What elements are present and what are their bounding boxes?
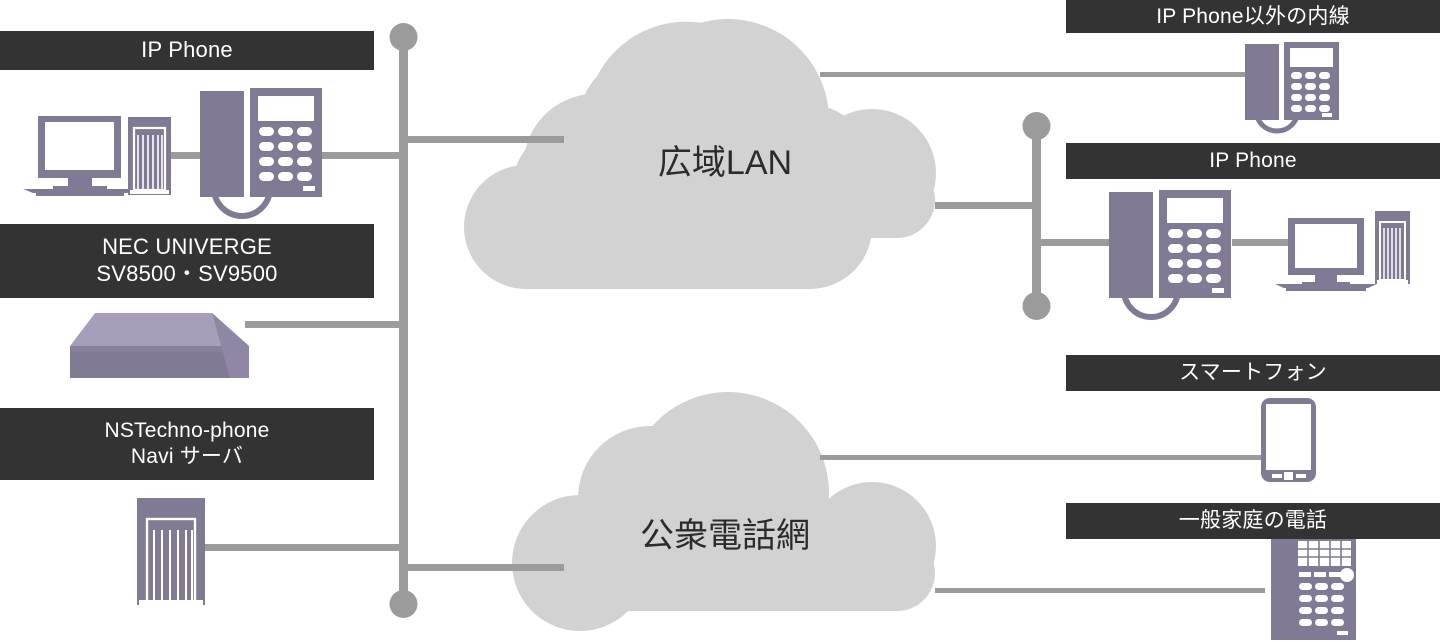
label-navi-server-line-1: NSTechno-phone bbox=[104, 419, 270, 443]
desktop-computer-icon-left bbox=[23, 116, 137, 196]
desk-phone-icon-non-ip bbox=[1245, 42, 1339, 134]
link-wan-to-non-ip-phone bbox=[820, 72, 1260, 77]
link-ipphone-left-to-bus bbox=[318, 152, 404, 159]
link-nec-to-bus bbox=[245, 321, 404, 328]
label-smartphone: スマートフォン bbox=[1066, 355, 1440, 391]
label-non-ip-extension-line-1: IP Phone以外の内線 bbox=[1156, 4, 1350, 28]
label-nec-univerge-line-2: SV8500・SV9500 bbox=[96, 261, 278, 286]
link-bus-to-pstn-cloud bbox=[404, 564, 564, 571]
link-pstn-to-home-phone bbox=[935, 588, 1265, 593]
label-non-ip-extension: IP Phone以外の内線 bbox=[1066, 0, 1440, 33]
label-home-phone-line-1: 一般家庭の電話 bbox=[1178, 509, 1328, 533]
link-wan-to-right-bus bbox=[935, 202, 1037, 209]
link-right-bus-to-ipphone bbox=[1037, 239, 1117, 246]
label-ip-phone-left-line-1: IP Phone bbox=[141, 37, 233, 63]
server-tower-icon-right bbox=[1375, 211, 1410, 284]
cloud-label-wide-area-lan: 広域LAN bbox=[515, 135, 935, 184]
right-bus-bottom-node bbox=[1022, 292, 1051, 320]
label-navi-server-line-2: Navi サーバ bbox=[130, 445, 244, 468]
smartphone-icon bbox=[1261, 398, 1316, 482]
link-ipphone-to-pc-right bbox=[1232, 239, 1290, 246]
left-bus bbox=[389, 23, 418, 618]
label-ip-phone-left: IP Phone bbox=[0, 31, 374, 70]
link-pstn-to-smartphone bbox=[820, 455, 1265, 460]
server-tower-icon-left bbox=[128, 117, 171, 195]
left-bus-bottom-node bbox=[389, 590, 418, 618]
link-navi-to-bus bbox=[205, 544, 404, 551]
left-bus-top-node bbox=[389, 23, 418, 51]
label-ip-phone-right-line-1: IP Phone bbox=[1209, 149, 1297, 173]
label-smartphone-line-1: スマートフォン bbox=[1179, 361, 1327, 385]
label-home-phone: 一般家庭の電話 bbox=[1066, 503, 1440, 539]
ip-desk-phone-icon-left bbox=[200, 88, 322, 219]
label-nec-univerge: NEC UNIVERGE SV8500・SV9500 bbox=[0, 224, 374, 298]
ip-desk-phone-icon-right bbox=[1109, 190, 1231, 320]
network-diagram: 広域LAN 公衆電話網 IP Phone NEC UNIVERGE SV8500… bbox=[0, 0, 1440, 642]
right-bus bbox=[1022, 112, 1051, 320]
cloud-label-public-telephone-network: 公衆電話網 bbox=[515, 508, 935, 557]
cloud-label-wan-text: 広域LAN bbox=[657, 144, 793, 182]
label-ip-phone-right: IP Phone bbox=[1066, 143, 1440, 179]
label-nstechno-phone-navi-server: NSTechno-phone Navi サーバ bbox=[0, 408, 374, 480]
label-nec-univerge-line-1: NEC UNIVERGE bbox=[102, 234, 272, 260]
right-bus-top-node bbox=[1022, 112, 1051, 140]
cloud-label-pstn-text: 公衆電話網 bbox=[640, 517, 810, 555]
pbx-server-box-icon bbox=[70, 313, 249, 378]
desktop-computer-icon-right bbox=[1275, 218, 1377, 291]
server-tower-icon-navi bbox=[137, 498, 205, 605]
